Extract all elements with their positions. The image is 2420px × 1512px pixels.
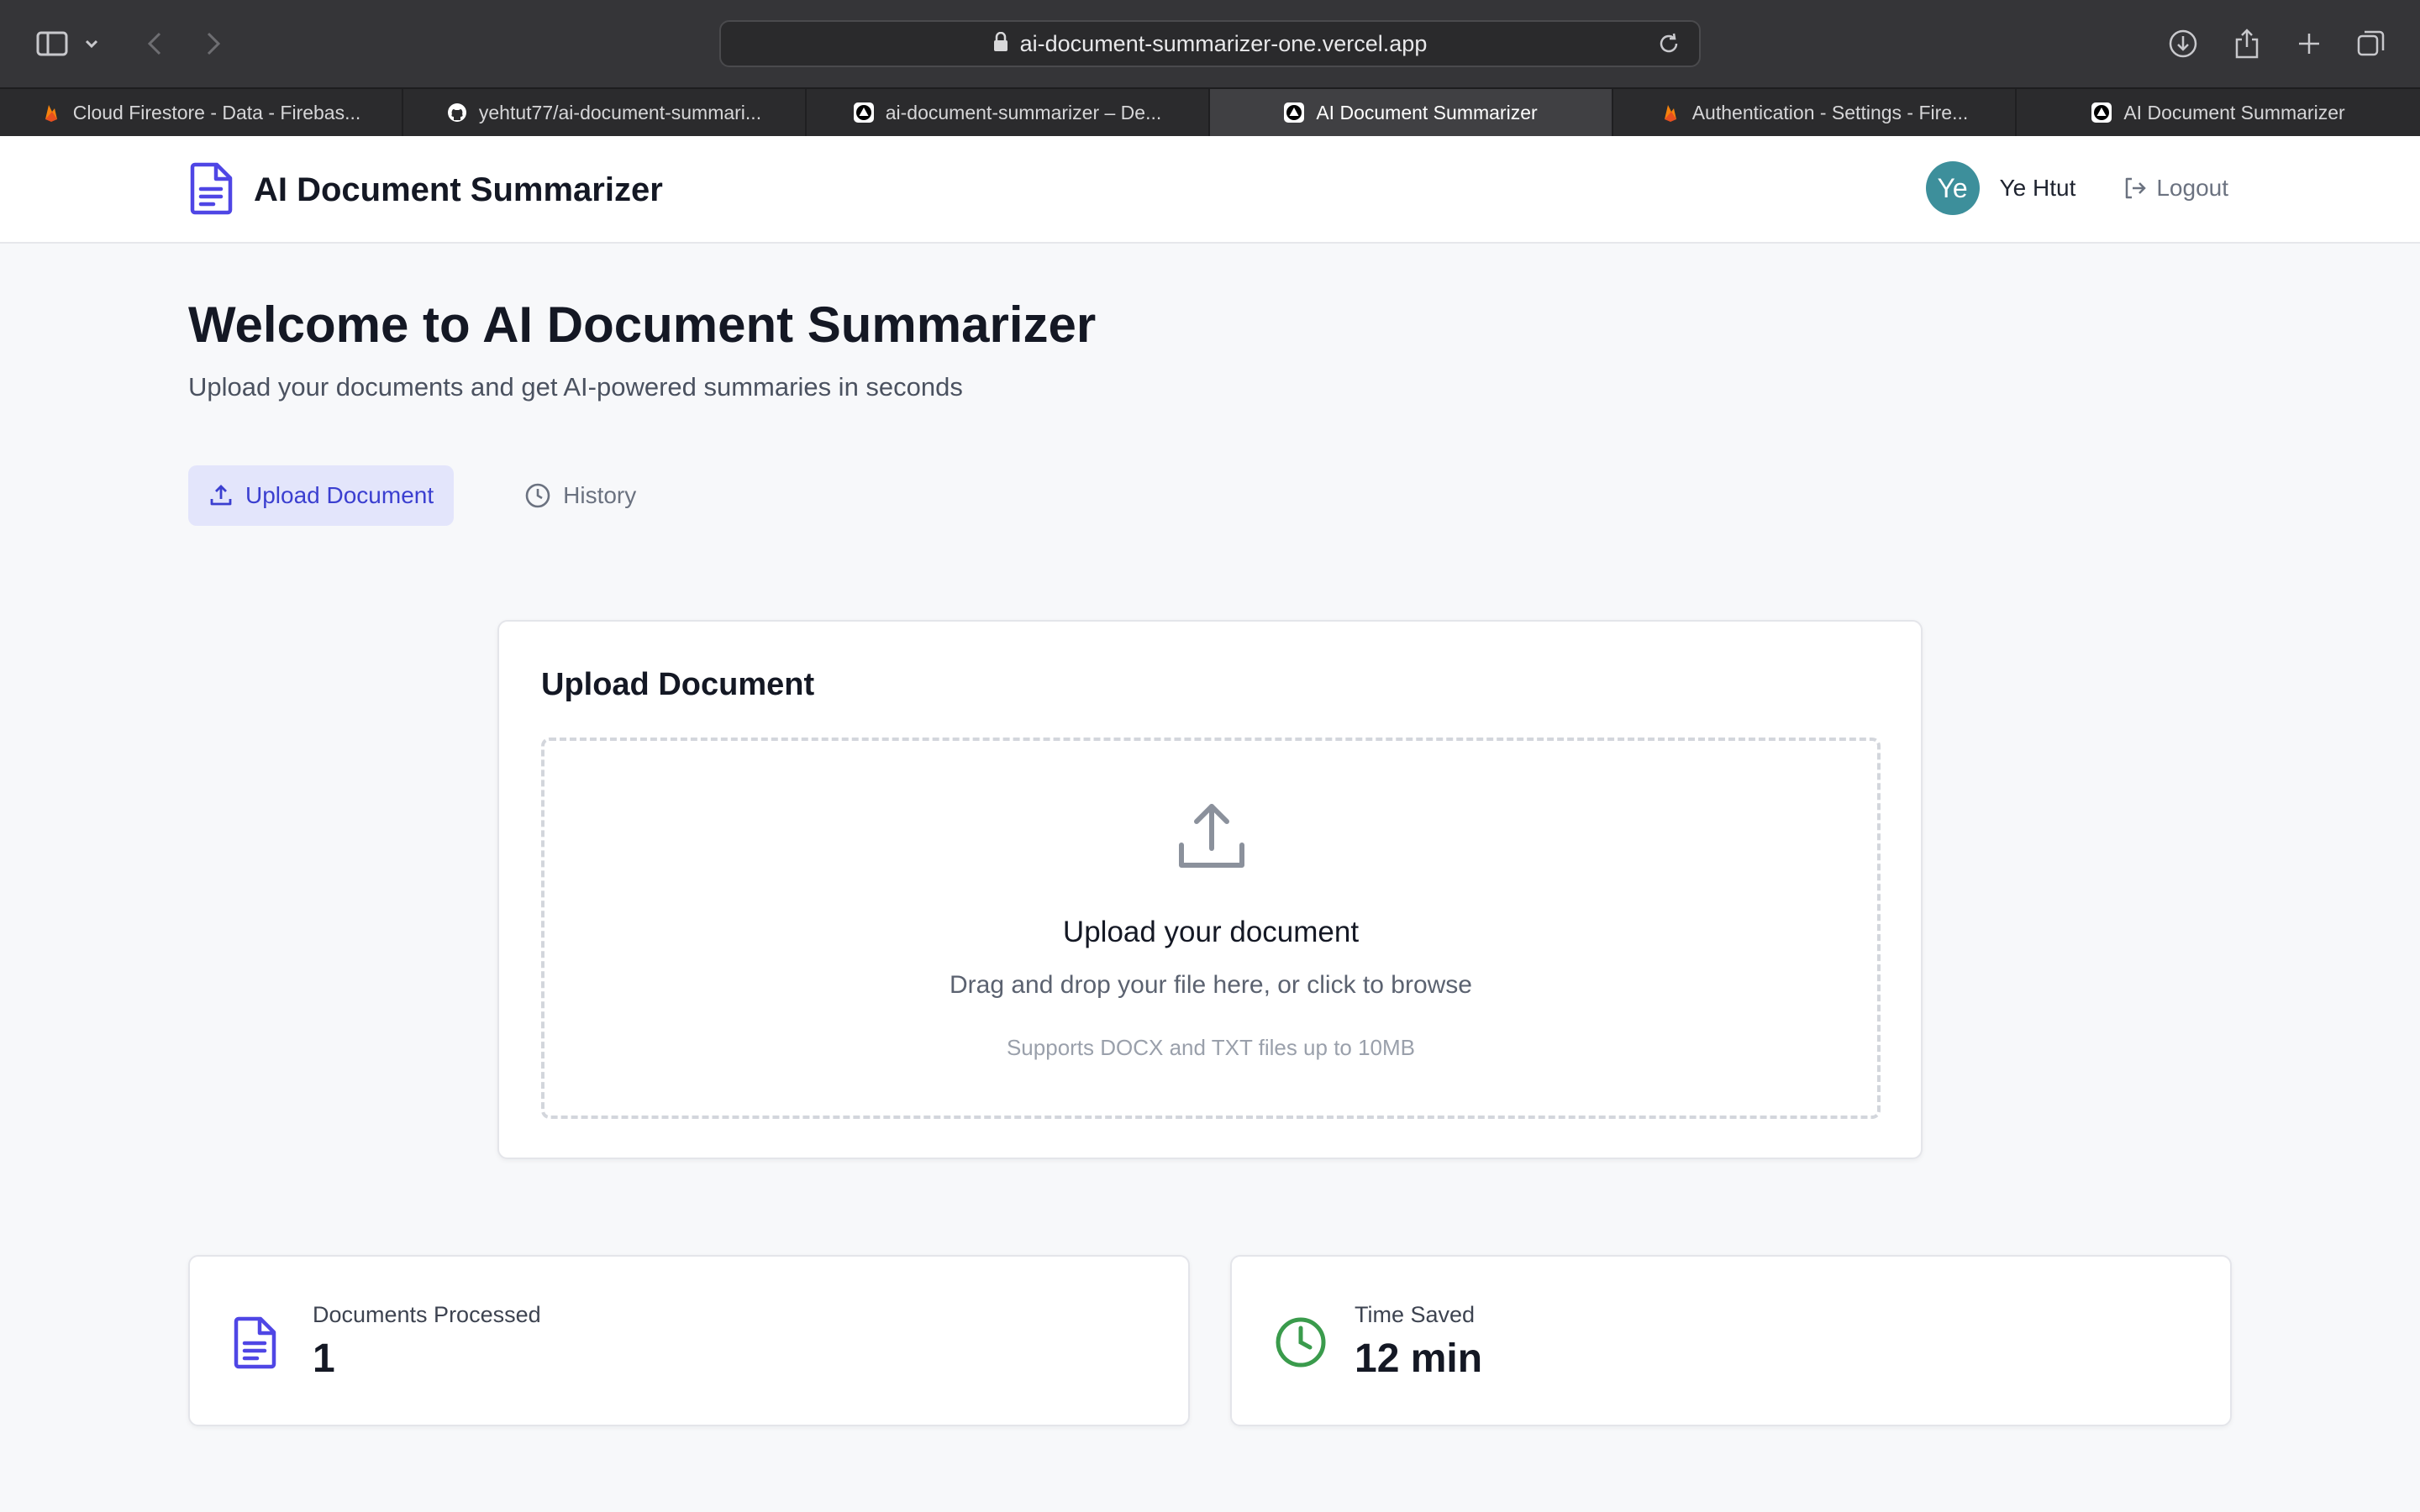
back-icon[interactable] [136,25,173,62]
dropzone-title: Upload your document [1062,916,1360,948]
forward-icon[interactable] [195,25,232,62]
tab-label: yehtut77/ai-document-summari... [478,101,762,123]
browser-tab-active[interactable]: AI Document Summarizer [1210,89,1613,136]
address-bar[interactable]: ai-document-summarizer-one.vercel.app [719,20,1701,67]
tab-label: History [563,482,637,508]
clock-icon [1274,1315,1328,1373]
tab-label: AI Document Summarizer [2123,101,2345,123]
stat-label: Time Saved [1355,1302,1476,1327]
firebase-icon [41,102,61,123]
section-tabs: Upload Document History [188,465,656,526]
share-icon[interactable] [2228,25,2265,62]
document-icon [188,161,235,219]
page-title: Welcome to AI Document Summarizer [188,297,1097,353]
upload-card-title: Upload Document [541,667,815,702]
lock-icon [993,31,1008,56]
vercel-icon [2091,102,2112,123]
logout-button[interactable]: Logout [2123,175,2228,202]
dropzone-support-note: Supports DOCX and TXT files up to 10MB [1006,1035,1416,1060]
page-subtitle: Upload your documents and get AI-powered… [188,372,963,402]
tab-label: Authentication - Settings - Fire... [1691,101,1969,123]
reload-icon[interactable] [1657,32,1681,60]
vercel-icon [1284,102,1305,123]
stat-value: 1 [313,1336,335,1381]
github-icon [447,102,467,123]
app-header: AI Document Summarizer Ye Ye Htut Logout [0,136,2420,244]
tab-upload-document[interactable]: Upload Document [188,465,455,526]
browser-toolbar: ai-document-summarizer-one.vercel.app [0,0,2420,87]
chevron-down-icon[interactable] [79,25,104,62]
user-menu: Ye Ye Htut Logout [1925,161,2228,215]
new-tab-icon[interactable] [2291,25,2328,62]
upload-card: Upload Document Upload your document Dra… [497,620,1923,1159]
firebase-icon [1660,102,1681,123]
browser-tab[interactable]: yehtut77/ai-document-summari... [403,89,807,136]
logout-icon [2126,177,2147,199]
browser-tab-strip: Cloud Firestore - Data - Firebas... yeht… [0,87,2420,136]
stat-label: Documents Processed [313,1302,541,1327]
stat-documents-processed: Documents Processed 1 [188,1255,1190,1426]
browser-tab[interactable]: AI Document Summarizer [2017,89,2420,136]
brand[interactable]: AI Document Summarizer [188,161,663,219]
dropzone-hint: Drag and drop your file here, or click t… [950,971,1472,999]
vercel-icon [853,102,874,123]
browser-tab[interactable]: Authentication - Settings - Fire... [1613,89,2017,136]
tab-label: AI Document Summarizer [1316,101,1538,123]
file-dropzone[interactable]: Upload your document Drag and drop your … [541,738,1881,1119]
tab-label: ai-document-summarizer – De... [885,101,1162,123]
url-text: ai-document-summarizer-one.vercel.app [1019,30,1428,56]
document-icon [232,1315,279,1373]
download-icon[interactable] [2165,25,2202,62]
avatar[interactable]: Ye [1925,161,1980,215]
clock-icon [525,483,550,508]
logout-label: Logout [2156,175,2228,201]
welcome-section: Welcome to AI Document Summarizer Upload… [188,296,1096,402]
browser-tab[interactable]: Cloud Firestore - Data - Firebas... [0,89,403,136]
sidebar-toggle-icon[interactable] [34,25,71,62]
tab-label: Upload Document [245,482,434,508]
tab-history[interactable]: History [504,465,656,526]
upload-icon [210,485,232,506]
user-name: Ye Htut [1999,175,2076,201]
stat-time-saved: Time Saved 12 min [1230,1255,2232,1426]
upload-icon [1175,800,1249,878]
stat-value: 12 min [1355,1336,1483,1381]
tab-overview-icon[interactable] [2353,25,2390,62]
tab-label: Cloud Firestore - Data - Firebas... [72,101,361,123]
browser-tab[interactable]: ai-document-summarizer – De... [807,89,1210,136]
app-title: AI Document Summarizer [254,171,663,208]
